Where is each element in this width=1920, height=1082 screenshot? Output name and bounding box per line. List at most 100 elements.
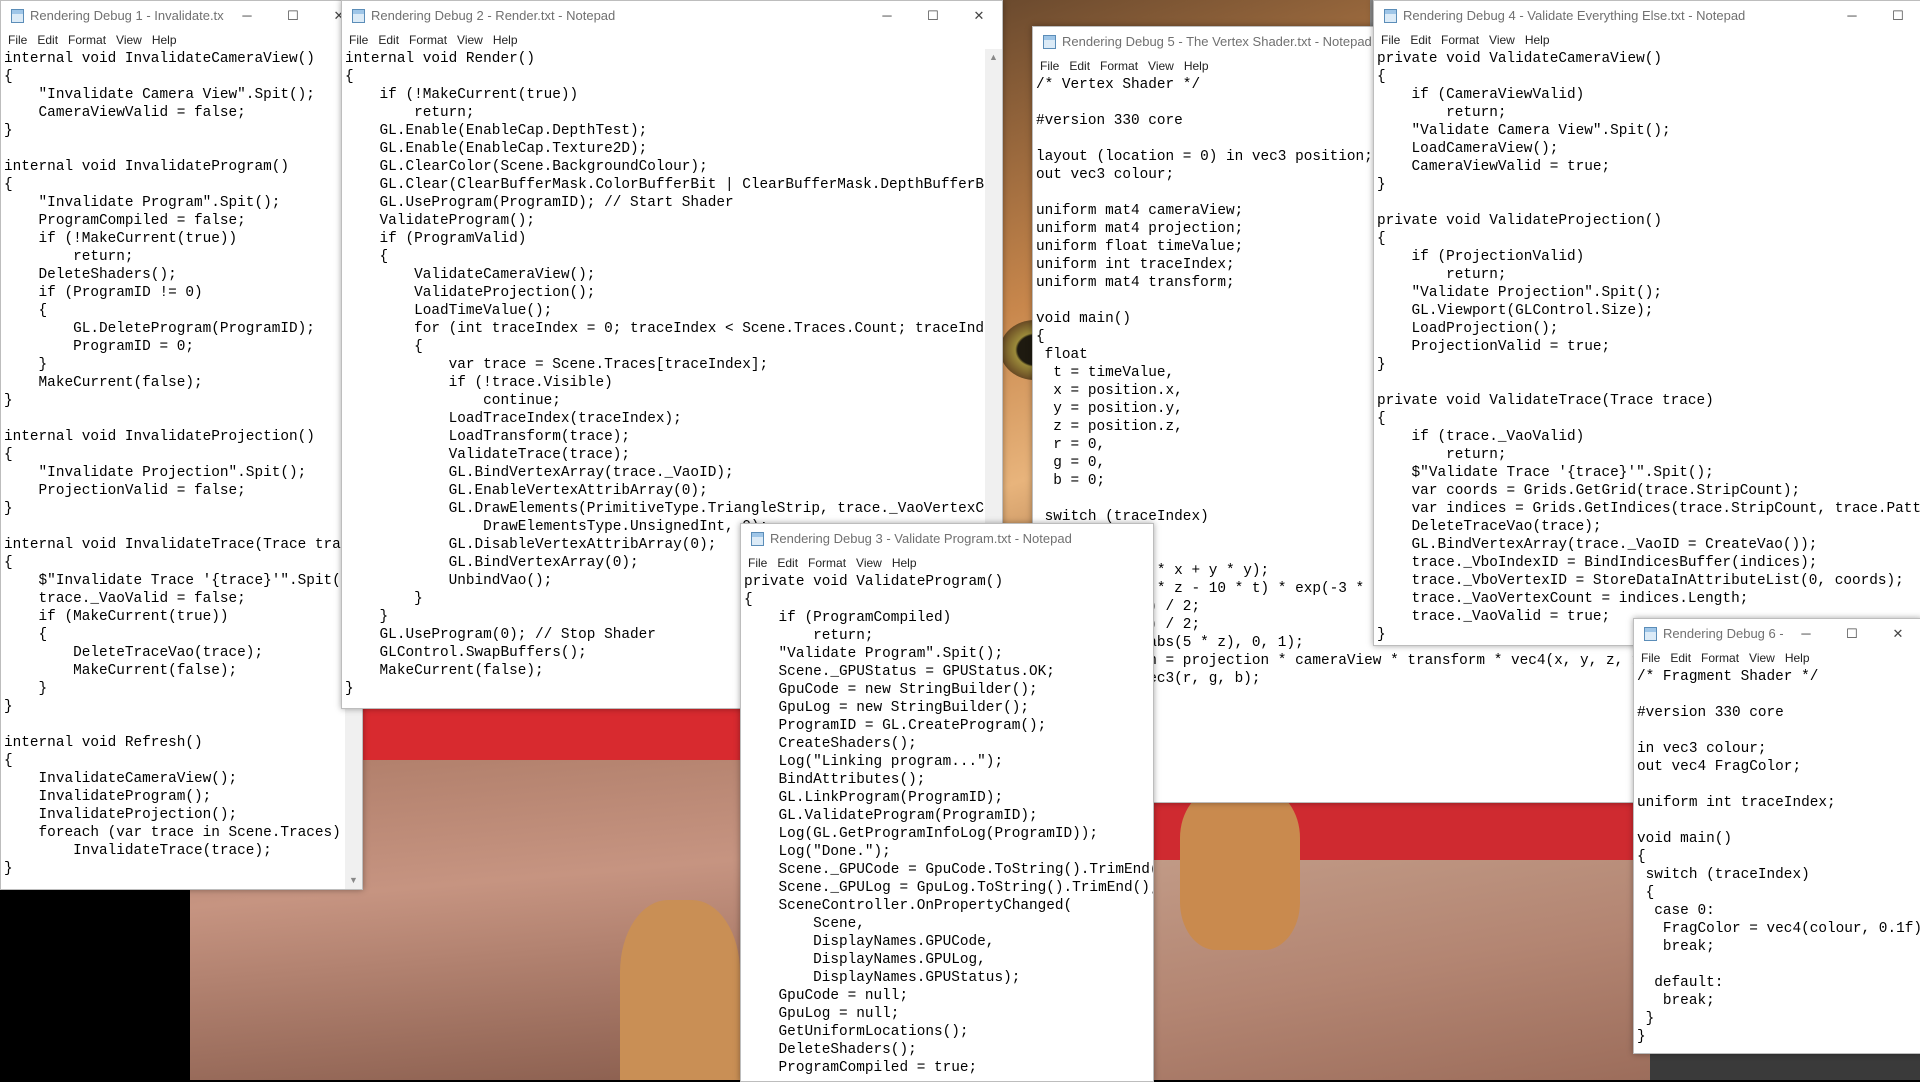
code-line: {	[1377, 231, 1386, 247]
code-line: default:	[1637, 975, 1724, 991]
menu-format[interactable]: Format	[1439, 33, 1485, 47]
code-line: GL.ValidateProgram(ProgramID);	[744, 808, 1038, 824]
text-editor[interactable]: private void ValidateProgram() { if (Prog…	[741, 572, 1153, 1081]
close-icon[interactable]: ✕	[1875, 619, 1920, 648]
code-line: GL.Clear(ClearBufferMask.ColorBufferBit …	[345, 177, 1002, 193]
code-line: {	[744, 592, 753, 608]
code-line: }	[4, 357, 48, 373]
menu-help[interactable]: Help	[1783, 651, 1816, 665]
notepad-window-validate-everything-else[interactable]: Rendering Debug 4 - Validate Everything …	[1373, 0, 1920, 646]
menu-view[interactable]: View	[1146, 59, 1180, 73]
menu-view[interactable]: View	[854, 556, 888, 570]
code-line: }	[1377, 357, 1386, 373]
menu-view[interactable]: View	[1487, 33, 1521, 47]
code-line: Scene._GPULog = GpuLog.ToString().TrimEn…	[744, 880, 1153, 896]
menu-view[interactable]: View	[1747, 651, 1781, 665]
menu-file[interactable]: File	[347, 33, 374, 47]
notepad-icon	[352, 8, 365, 23]
code-line: uniform int traceIndex;	[1637, 795, 1836, 811]
code-line: return;	[1377, 267, 1507, 283]
text-editor[interactable]: /* Fragment Shader */ #version 330 core in…	[1634, 667, 1920, 1053]
menu-edit[interactable]: Edit	[1408, 33, 1437, 47]
code-line: if (ProgramID != 0)	[4, 285, 203, 301]
code-line: return;	[744, 628, 874, 644]
title-bar[interactable]: Rendering Debug 2 - Render.txt - Notepad…	[342, 1, 1002, 30]
notepad-window-validate-program[interactable]: Rendering Debug 3 - Validate Program.txt…	[740, 523, 1154, 1082]
menu-format[interactable]: Format	[1098, 59, 1144, 73]
code-line: if (!MakeCurrent(true))	[4, 231, 238, 247]
maximize-icon[interactable]: ☐	[910, 1, 956, 30]
minimize-icon[interactable]: ─	[1829, 1, 1875, 30]
code-line: GpuCode = null;	[744, 988, 909, 1004]
text-editor[interactable]: internal void InvalidateCameraView() { "I…	[1, 49, 362, 889]
minimize-icon[interactable]: ─	[864, 1, 910, 30]
menu-help[interactable]: Help	[890, 556, 923, 570]
code-line: GL.Viewport(GLControl.Size);	[1377, 303, 1654, 319]
title-bar[interactable]: Rendering Debug 1 - Invalidate.txt - Not…	[1, 1, 362, 30]
scroll-down-icon[interactable]: ▼	[345, 872, 362, 889]
menu-format[interactable]: Format	[66, 33, 112, 47]
menu-help[interactable]: Help	[150, 33, 183, 47]
code-line: "Validate Projection".Spit();	[1377, 285, 1662, 301]
code-line: private void ValidateProgram()	[744, 574, 1004, 590]
code-line: {	[4, 753, 13, 769]
maximize-icon[interactable]: ☐	[1829, 619, 1875, 648]
code-line: {	[1637, 849, 1646, 865]
maximize-icon[interactable]: ☐	[1875, 1, 1920, 30]
scroll-up-icon[interactable]: ▲	[985, 49, 1002, 66]
code-line: ValidateCameraView();	[345, 267, 596, 283]
menu-file[interactable]: File	[1379, 33, 1406, 47]
menu-file[interactable]: File	[1038, 59, 1065, 73]
close-icon[interactable]: ✕	[956, 1, 1002, 30]
code-line: }	[1377, 177, 1386, 193]
notepad-window-fragment-shader[interactable]: Rendering Debug 6 - The Fragment Shader.…	[1633, 618, 1920, 1054]
code-line: var indices = Grids.GetIndices(trace.Str…	[1377, 501, 1920, 517]
code-line: "Validate Program".Spit();	[744, 646, 1004, 662]
code-line: GL.DeleteProgram(ProgramID);	[4, 321, 315, 337]
maximize-icon[interactable]: ☐	[270, 1, 316, 30]
menu-file[interactable]: File	[6, 33, 33, 47]
title-bar[interactable]: Rendering Debug 3 - Validate Program.txt…	[741, 524, 1153, 553]
menu-edit[interactable]: Edit	[1067, 59, 1096, 73]
minimize-icon[interactable]: ─	[1783, 619, 1829, 648]
text-editor[interactable]: private void ValidateCameraView() { if (C…	[1374, 49, 1920, 645]
menu-format[interactable]: Format	[1699, 651, 1745, 665]
menu-bar: File Edit Format View Help	[342, 30, 1002, 49]
code-line: CameraViewValid = false;	[4, 105, 246, 121]
code-line: GL.BindVertexArray(trace._VaoID = Create…	[1377, 537, 1818, 553]
menu-format[interactable]: Format	[806, 556, 852, 570]
code-line: "Invalidate Camera View".Spit();	[4, 87, 315, 103]
code-line: }	[1637, 1011, 1655, 1027]
code-line: void main()	[1637, 831, 1732, 847]
menu-help[interactable]: Help	[1523, 33, 1556, 47]
code-line: internal void InvalidateProgram()	[4, 159, 289, 175]
menu-view[interactable]: View	[114, 33, 148, 47]
menu-help[interactable]: Help	[491, 33, 524, 47]
menu-edit[interactable]: Edit	[1668, 651, 1697, 665]
menu-format[interactable]: Format	[407, 33, 453, 47]
code-line: LoadProjection();	[1377, 321, 1559, 337]
menu-edit[interactable]: Edit	[775, 556, 804, 570]
code-line: DisplayNames.GPUCode,	[744, 934, 995, 950]
code-line: $"Invalidate Trace '{trace}'".Spit();	[4, 573, 359, 589]
menu-edit[interactable]: Edit	[376, 33, 405, 47]
notepad-window-invalidate[interactable]: Rendering Debug 1 - Invalidate.txt - Not…	[0, 0, 363, 890]
code-line: BindAttributes();	[744, 772, 926, 788]
menu-help[interactable]: Help	[1182, 59, 1215, 73]
menu-file[interactable]: File	[746, 556, 773, 570]
menu-bar: File Edit Format View Help	[1, 30, 362, 49]
code-line: private void ValidateTrace(Trace trace)	[1377, 393, 1714, 409]
menu-file[interactable]: File	[1639, 651, 1666, 665]
window-title: Rendering Debug 1 - Invalidate.txt - Not…	[30, 8, 224, 23]
title-bar[interactable]: Rendering Debug 4 - Validate Everything …	[1374, 1, 1920, 30]
menu-view[interactable]: View	[455, 33, 489, 47]
minimize-icon[interactable]: ─	[224, 1, 270, 30]
menu-edit[interactable]: Edit	[35, 33, 64, 47]
code-line: }	[1637, 1029, 1646, 1045]
title-bar[interactable]: Rendering Debug 6 - The Fragment Shader.…	[1634, 619, 1920, 648]
code-line: {	[345, 249, 389, 265]
code-line: "Invalidate Projection".Spit();	[4, 465, 307, 481]
code-line: }	[4, 681, 48, 697]
